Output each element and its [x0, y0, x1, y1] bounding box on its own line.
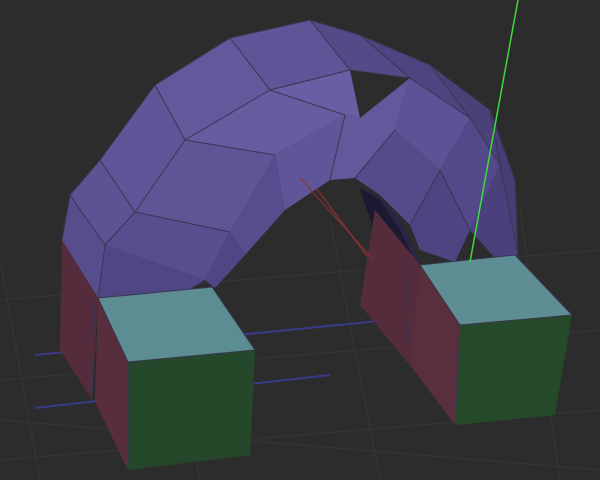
grid-line: [0, 419, 600, 471]
right-pillar: [360, 210, 574, 426]
pillar-front: [455, 315, 572, 425]
grid-line: [0, 259, 41, 480]
viewport-scene[interactable]: [0, 0, 600, 480]
3d-viewport[interactable]: [0, 0, 600, 480]
pillar-front: [128, 350, 255, 470]
pillar-left-side: [360, 210, 420, 365]
arch-mesh: [61, 19, 519, 299]
